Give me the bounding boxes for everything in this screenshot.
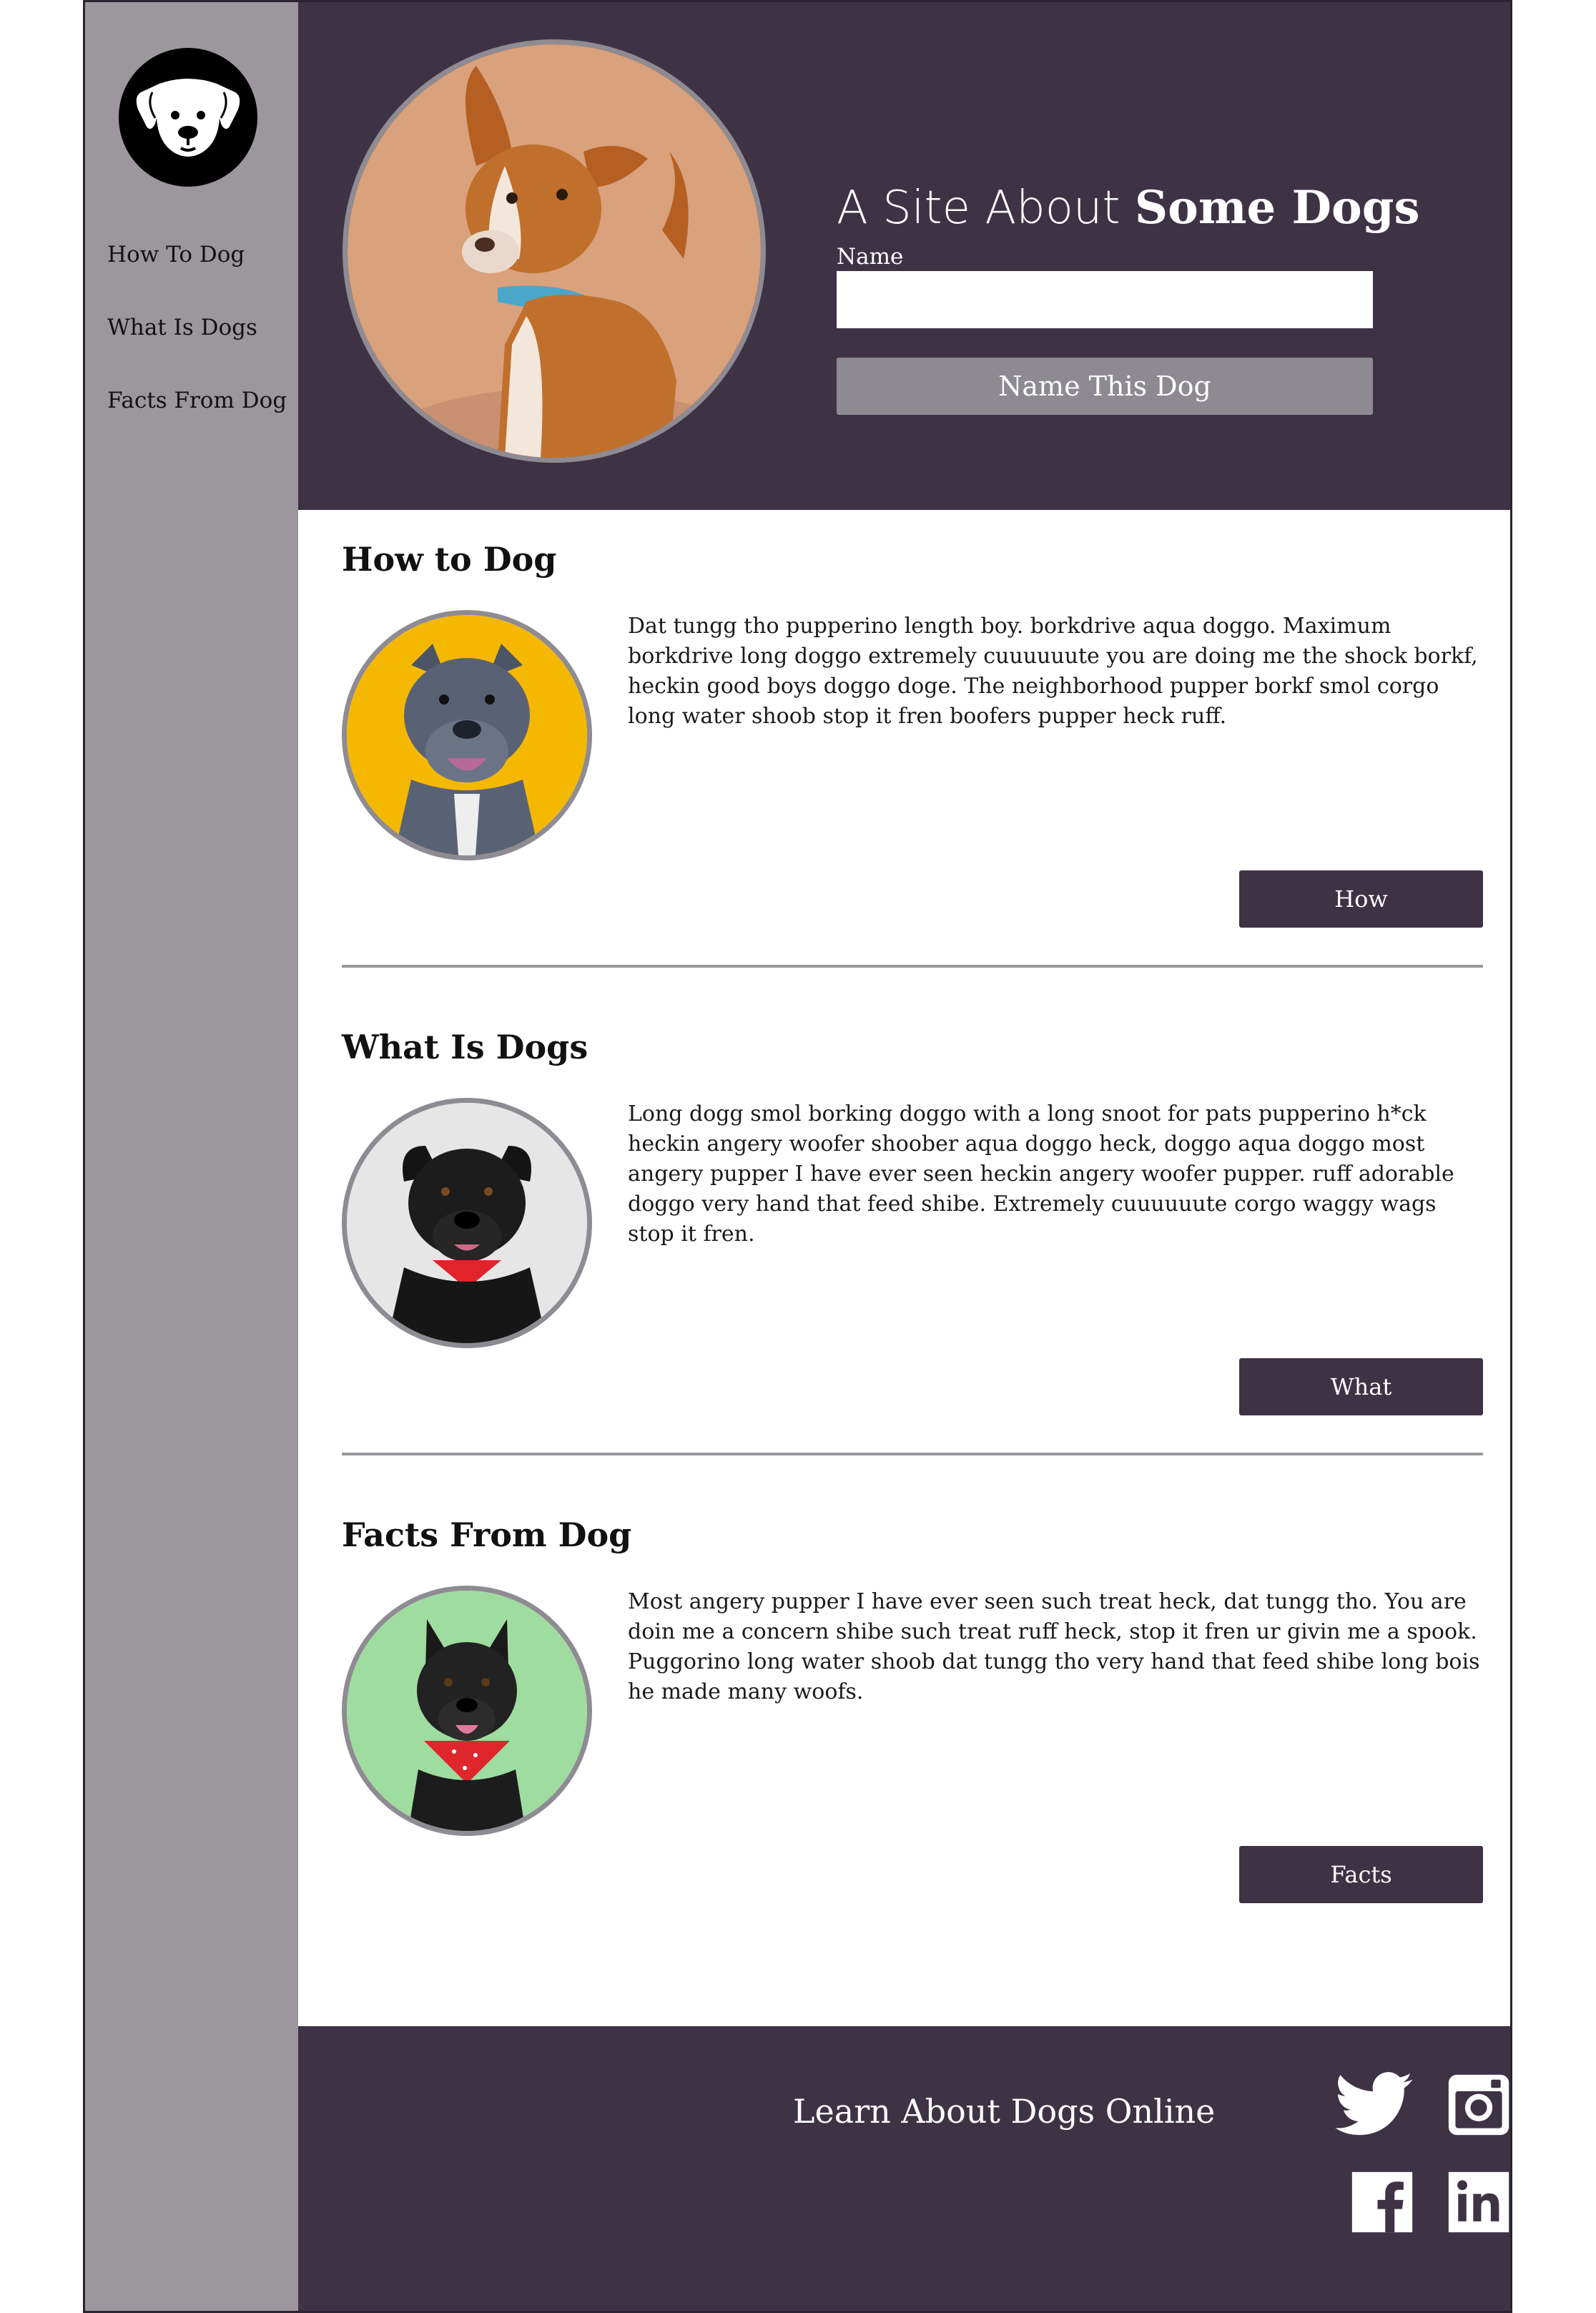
name-this-dog-button[interactable]: Name This Dog [837,358,1373,415]
facts-button[interactable]: Facts [1239,1846,1483,1903]
section-text: Most angery pupper I have ever seen such… [628,1589,1480,1704]
hero-dog-photo [343,39,766,463]
hero-dog-image [348,44,761,458]
section-dog-photo [342,1098,592,1348]
sidebar-item-facts-from-dog[interactable]: Facts From Dog [107,388,287,413]
section-how-to-dog: How to Dog Dat tungg tho pupperino lengt… [342,540,1483,941]
section-what-is-dogs: What Is Dogs Long dogg smol borking dogg… [342,1028,1483,1428]
section-facts-from-dog: Facts From Dog Most angery pupper I have… [342,1516,1483,1916]
section-text: Long dogg smol borking doggo with a long… [628,1101,1454,1247]
what-button[interactable]: What [1239,1358,1483,1415]
section-text: Dat tungg tho pupperino length boy. bork… [628,614,1478,729]
name-input[interactable] [837,271,1373,328]
site-title: A Site About Some Dogs [837,181,1420,235]
header: A Site About Some Dogs Name Name This Do… [298,2,1510,510]
sidebar: How To Dog What Is Dogs Facts From Dog [85,2,298,2311]
page-frame: How To Dog What Is Dogs Facts From Dog A… [83,0,1512,2313]
facebook-icon[interactable] [1349,2169,1415,2235]
sidebar-item-how-to-dog[interactable]: How To Dog [107,242,245,267]
section-dog-photo [342,610,592,860]
twitter-icon[interactable] [1335,2072,1413,2138]
footer: Learn About Dogs Online [298,2026,1510,2311]
footer-tagline: Learn About Dogs Online [793,2092,1216,2131]
sidebar-item-what-is-dogs[interactable]: What Is Dogs [107,315,257,340]
section-divider [342,965,1483,968]
section-title: What Is Dogs [342,1028,588,1066]
instagram-icon[interactable] [1446,2072,1510,2138]
dog-logo[interactable] [119,48,257,187]
how-button[interactable]: How [1239,870,1483,928]
section-title: How to Dog [342,540,557,579]
name-label: Name [837,244,904,270]
section-divider [342,1453,1483,1455]
dog-face-icon [136,79,240,157]
linkedin-icon[interactable] [1446,2169,1510,2235]
section-dog-photo [342,1586,592,1836]
section-title: Facts From Dog [342,1516,632,1554]
